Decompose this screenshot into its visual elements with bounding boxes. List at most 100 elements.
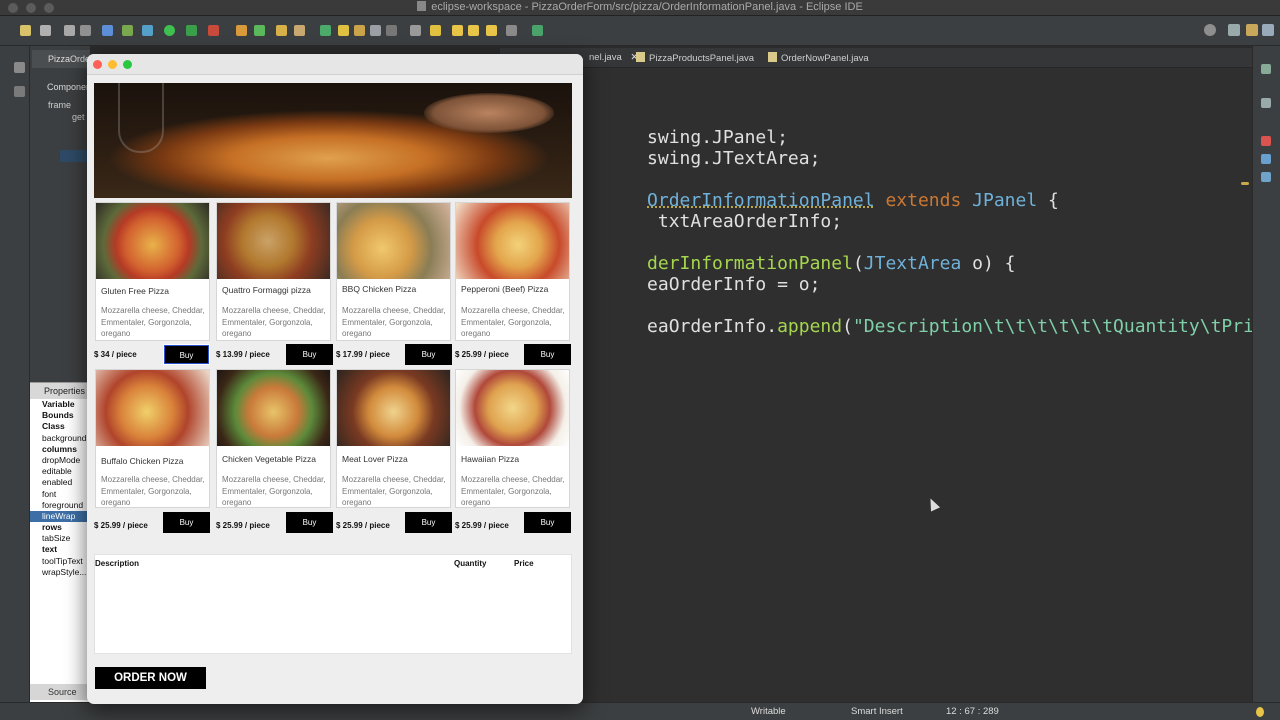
new-package-icon[interactable] [276,25,287,36]
product-name: Meat Lover Pizza [342,454,408,464]
product-price: $ 25.99 / piece [94,521,148,530]
product-name: Gluten Free Pizza [101,286,170,296]
maximize-button[interactable] [123,60,132,69]
open-type-icon[interactable] [294,25,305,36]
property-row[interactable]: background [30,433,90,444]
task-icon[interactable] [320,25,331,36]
run-icon[interactable] [164,25,175,36]
status-cursor-position[interactable]: 12 : 67 : 289 [946,706,999,717]
order-info-textarea[interactable]: Description Quantity Price [94,554,572,654]
pizza-photo [337,203,450,279]
task-list-icon[interactable] [1261,98,1271,108]
buy-button[interactable]: Buy [405,344,452,365]
property-row[interactable]: lineWrap [30,510,90,523]
product-card: BBQ Chicken Pizza Mozzarella cheese, Ched… [336,202,451,341]
property-row[interactable]: Class [30,421,90,432]
status-insert-mode[interactable]: Smart Insert [851,706,903,717]
property-row[interactable]: Variable [30,399,90,410]
tab-pizza-products-panel[interactable]: PizzaProductsPanel.java [636,52,754,64]
buy-button[interactable]: Buy [286,512,333,533]
property-row[interactable]: tabSize [30,533,90,544]
property-row[interactable]: font [30,489,90,500]
code-token: o) { [961,253,1016,274]
package-explorer-icon[interactable] [14,62,25,73]
buy-button[interactable]: Buy [163,512,210,533]
editor-tab-bar: nel.java ✕ PizzaProductsPanel.java Order… [500,48,1252,68]
buy-button[interactable]: Buy [524,512,571,533]
hierarchy-icon[interactable] [14,86,25,97]
forward-history-icon[interactable] [506,25,517,36]
java-file-icon [768,52,777,62]
tree-item-getter[interactable]: get [72,112,85,122]
save-icon[interactable] [64,25,75,36]
problems-icon[interactable] [1261,136,1271,146]
buy-button[interactable]: Buy [286,344,333,365]
close-button[interactable] [93,60,102,69]
refresh-icon[interactable] [254,25,265,36]
forward-icon[interactable] [468,25,479,36]
code-token: eaOrderInfo = o; [647,274,821,295]
source-tab[interactable]: Source [30,684,90,700]
back-history-icon[interactable] [486,25,497,36]
show-whitespace-icon[interactable] [386,25,397,36]
wine-glass-shape [118,83,164,153]
tree-item-frame[interactable]: frame [48,100,71,110]
property-row[interactable]: text [30,544,90,555]
buy-button[interactable]: Buy [163,344,210,365]
property-row[interactable]: columns [30,444,90,455]
buy-button[interactable]: Buy [524,344,571,365]
components-label: Componen [47,82,92,92]
product-name: Quattro Formaggi pizza [222,285,311,295]
product-description: Mozzarella cheese, Cheddar, Emmentaler, … [342,306,446,338]
property-row[interactable]: foreground [30,500,90,511]
property-row[interactable]: dropMode [30,455,90,466]
panel-tab-label[interactable]: PizzaOrder [32,50,93,68]
new-class-icon[interactable] [236,25,247,36]
bug-icon[interactable] [142,25,153,36]
minimize-button[interactable] [108,60,117,69]
string-token: "Description\t\t\t\t\t\tQuantity\tPrice" [852,316,1280,337]
property-row[interactable]: rows [30,522,90,533]
property-row[interactable]: Bounds [30,410,90,421]
property-row[interactable]: editable [30,466,90,477]
external-tools-icon[interactable] [208,25,219,36]
run-config-icon[interactable] [186,25,197,36]
highlight-icon[interactable] [338,25,349,36]
product-price: $ 25.99 / piece [455,521,509,530]
block-select-icon[interactable] [370,25,381,36]
properties-title: Properties [30,383,90,399]
print-icon[interactable] [102,25,113,36]
buy-button[interactable]: Buy [405,512,452,533]
main-toolbar [0,16,1280,46]
debug-icon[interactable] [122,25,133,36]
tab-order-now-panel[interactable]: OrderNowPanel.java [768,52,869,64]
search-icon[interactable] [1204,24,1216,36]
declaration-icon[interactable] [1261,172,1271,182]
terminal-icon[interactable] [532,25,543,36]
save-all-icon[interactable] [80,25,91,36]
product-price: $ 34 / piece [94,350,137,359]
tab-order-information-panel[interactable]: nel.java ✕ [589,52,638,63]
right-trim [1241,46,1280,702]
back-icon[interactable] [452,25,463,36]
lightbulb-icon[interactable] [1256,707,1264,717]
property-row[interactable]: toolTipText [30,556,90,567]
property-row[interactable]: wrapStyle... [30,567,90,578]
property-row[interactable]: enabled [30,477,90,488]
left-trim [0,46,30,720]
java-perspective-icon[interactable] [1246,24,1258,36]
toggle-mark-icon[interactable] [354,25,365,36]
javadoc-icon[interactable] [1261,154,1271,164]
product-price: $ 13.99 / piece [216,350,270,359]
outline-icon[interactable] [1261,64,1271,74]
next-annotation-icon[interactable] [430,25,441,36]
order-now-button[interactable]: ORDER NOW [95,667,206,689]
banner-image [94,83,572,198]
new-icon[interactable] [20,25,31,36]
debug-perspective-icon[interactable] [1262,24,1274,36]
product-card: Meat Lover Pizza Mozzarella cheese, Chedd… [336,369,451,508]
perspective-icon[interactable] [1228,24,1240,36]
tree-item-frame-label: frame [48,100,72,110]
pin-icon[interactable] [410,25,421,36]
open-icon[interactable] [40,25,51,36]
